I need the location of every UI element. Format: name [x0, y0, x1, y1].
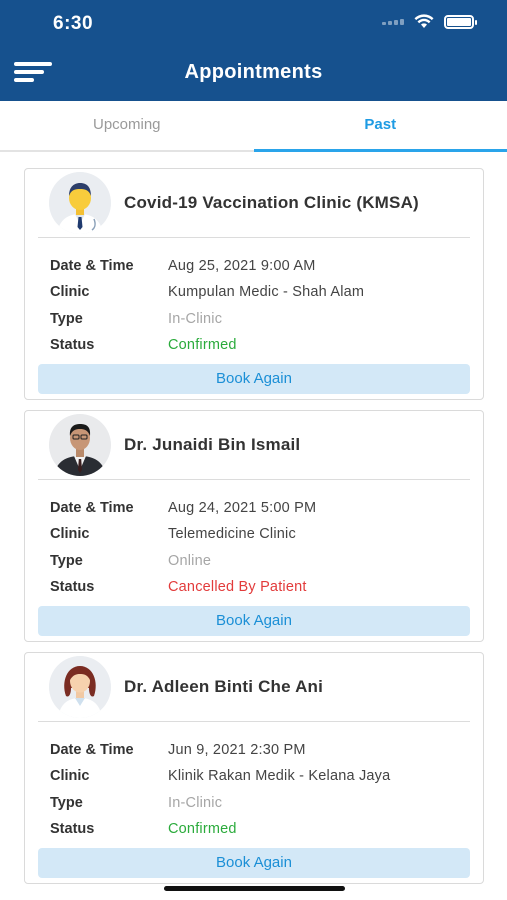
type-label: Type — [50, 552, 83, 569]
status-time: 6:30 — [53, 13, 94, 34]
type-label: Type — [50, 794, 83, 811]
date-time-row: Date & Time Aug 25, 2021 9:00 AM — [38, 253, 470, 279]
book-again-button[interactable]: Book Again — [38, 848, 470, 879]
book-again-button[interactable]: Book Again — [38, 606, 470, 637]
status-icons — [382, 14, 477, 29]
status-row: Status Confirmed — [38, 332, 470, 358]
card-details: Date & Time Jun 9, 2021 2:30 PM Clinic K… — [38, 722, 470, 842]
type-row: Type In-Clinic — [38, 790, 470, 816]
status-label: Status — [50, 821, 95, 838]
date-time-label: Date & Time — [50, 258, 134, 275]
status-value: Cancelled By Patient — [168, 579, 307, 596]
card-title: Dr. Adleen Binti Che Ani — [124, 677, 324, 696]
card-header: Covid-19 Vaccination Clinic (KMSA) — [38, 169, 470, 238]
status-value: Confirmed — [168, 821, 237, 838]
status-label: Status — [50, 337, 95, 354]
date-time-value: Jun 9, 2021 2:30 PM — [168, 742, 306, 759]
type-value: In-Clinic — [168, 794, 223, 811]
appointment-card: Dr. Adleen Binti Che Ani Date & Time Jun… — [24, 652, 484, 884]
date-time-label: Date & Time — [50, 742, 134, 759]
clinic-value: Kumpulan Medic - Shah Alam — [168, 284, 365, 301]
clinic-row: Clinic Kumpulan Medic - Shah Alam — [38, 279, 470, 305]
avatar — [49, 414, 111, 476]
status-row: Status Confirmed — [38, 816, 470, 842]
wifi-icon — [414, 14, 434, 28]
status-row: Status Cancelled By Patient — [38, 574, 470, 600]
tab-upcoming[interactable]: Upcoming — [0, 101, 254, 150]
clinic-label: Clinic — [50, 526, 90, 543]
appointment-card: Covid-19 Vaccination Clinic (KMSA) Date … — [24, 168, 484, 400]
avatar — [49, 656, 111, 718]
type-row: Type In-Clinic — [38, 306, 470, 332]
signal-icon — [382, 18, 404, 25]
clinic-label: Clinic — [50, 284, 90, 301]
clinic-row: Clinic Telemedicine Clinic — [38, 521, 470, 547]
app-header: 6:30 Appointments — [0, 0, 507, 101]
status-label: Status — [50, 579, 95, 596]
tab-past[interactable]: Past — [253, 101, 507, 152]
book-again-button[interactable]: Book Again — [38, 364, 470, 395]
appointment-list: Covid-19 Vaccination Clinic (KMSA) Date … — [24, 168, 484, 894]
card-title: Covid-19 Vaccination Clinic (KMSA) — [124, 193, 419, 212]
date-time-row: Date & Time Jun 9, 2021 2:30 PM — [38, 737, 470, 763]
type-value: In-Clinic — [168, 310, 223, 327]
avatar — [49, 172, 111, 234]
status-value: Confirmed — [168, 337, 237, 354]
card-title: Dr. Junaidi Bin Ismail — [124, 435, 301, 454]
card-details: Date & Time Aug 25, 2021 9:00 AM Clinic … — [38, 238, 470, 358]
card-header: Dr. Adleen Binti Che Ani — [38, 653, 470, 722]
type-row: Type Online — [38, 548, 470, 574]
page-title: Appointments — [184, 61, 323, 83]
appointment-card: Dr. Junaidi Bin Ismail Date & Time Aug 2… — [24, 410, 484, 642]
type-label: Type — [50, 310, 83, 327]
date-time-label: Date & Time — [50, 500, 134, 517]
clinic-value: Klinik Rakan Medik - Kelana Jaya — [168, 768, 391, 785]
date-time-value: Aug 24, 2021 5:00 PM — [168, 500, 317, 517]
female-doctor-avatar-icon — [49, 656, 111, 718]
date-time-row: Date & Time Aug 24, 2021 5:00 PM — [38, 495, 470, 521]
clinic-value: Telemedicine Clinic — [168, 526, 296, 543]
type-value: Online — [168, 552, 212, 569]
battery-icon — [444, 14, 477, 29]
doctor-photo-icon — [49, 414, 111, 476]
home-indicator — [164, 886, 345, 891]
date-time-value: Aug 25, 2021 9:00 AM — [168, 258, 316, 275]
clinic-row: Clinic Klinik Rakan Medik - Kelana Jaya — [38, 763, 470, 789]
male-doctor-avatar-icon — [49, 172, 111, 234]
card-header: Dr. Junaidi Bin Ismail — [38, 411, 470, 480]
clinic-label: Clinic — [50, 768, 90, 785]
card-details: Date & Time Aug 24, 2021 5:00 PM Clinic … — [38, 480, 470, 600]
tab-bar: Upcoming Past — [0, 101, 507, 152]
